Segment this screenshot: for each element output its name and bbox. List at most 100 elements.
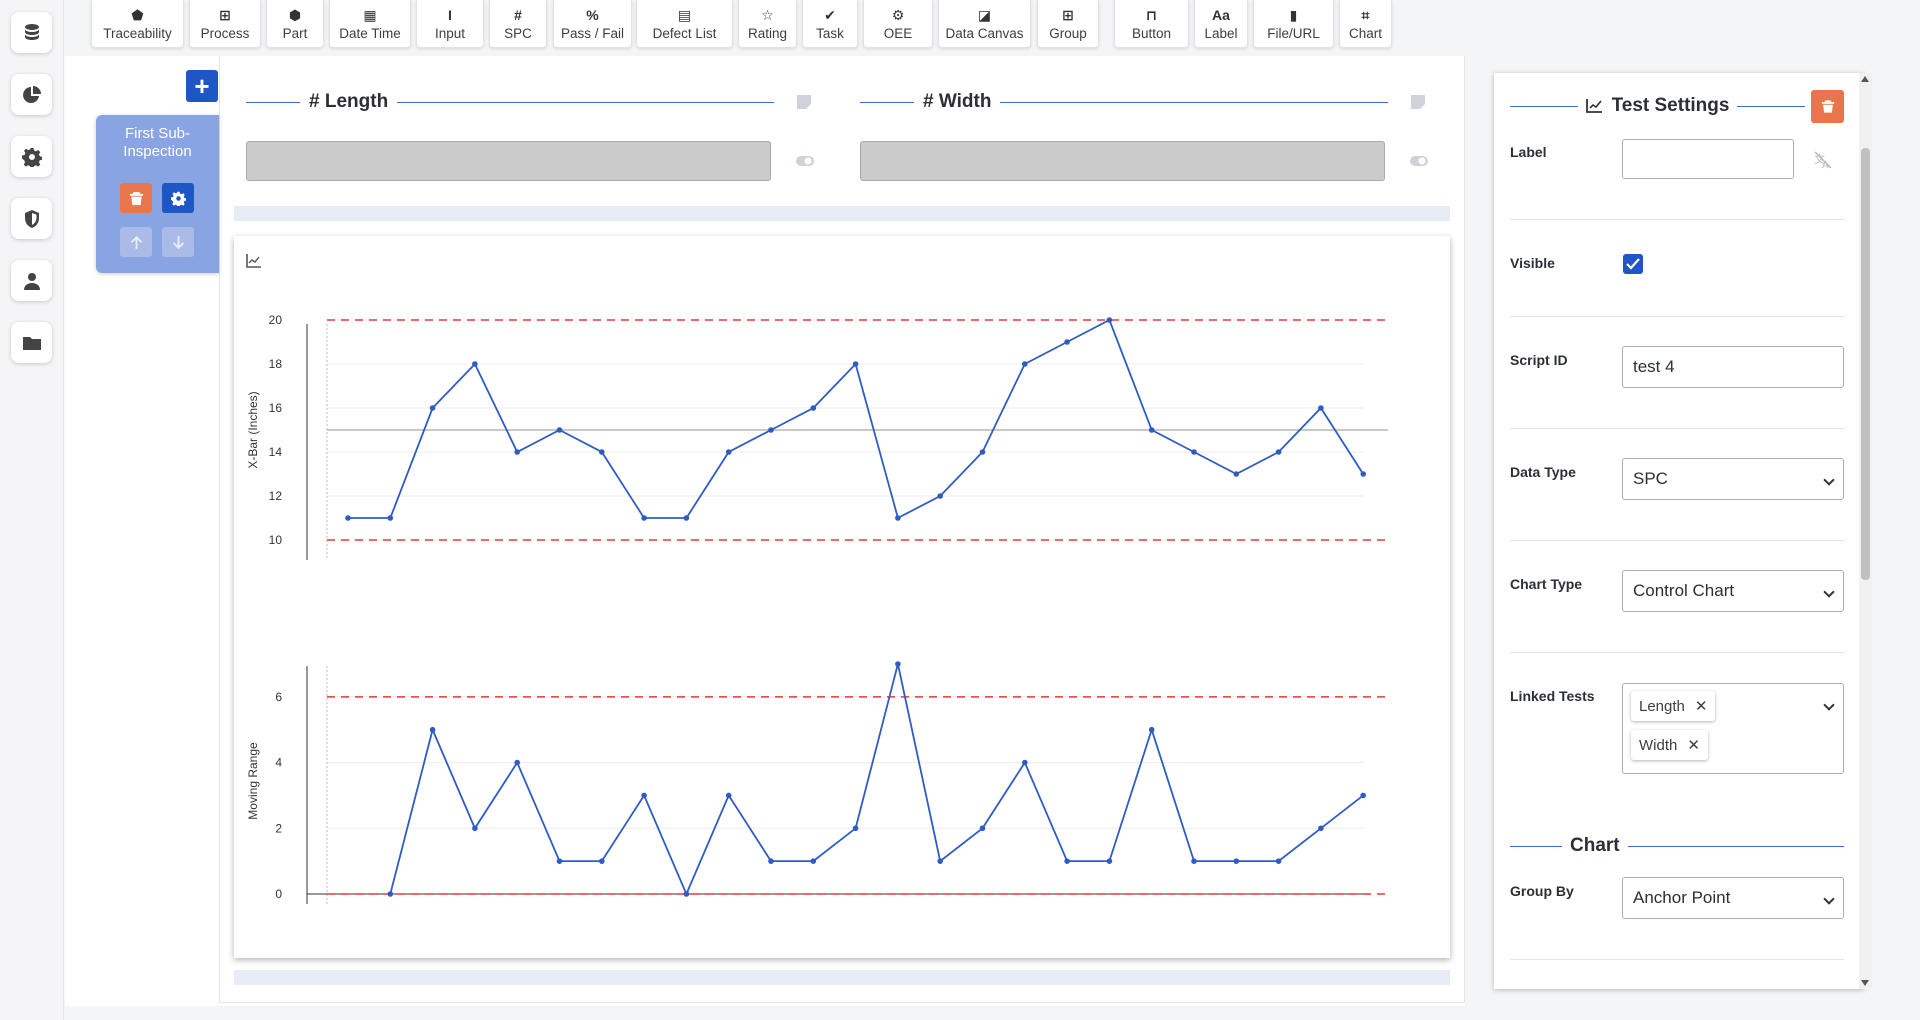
folder-icon[interactable] [11, 322, 52, 363]
data-point [1360, 471, 1366, 477]
scroll-up-icon[interactable] [1861, 76, 1869, 82]
toolbar-label: Defect List [652, 25, 717, 41]
data-point [1275, 449, 1282, 455]
chart-layer: 10 12 14 16 18 20 X-Bar (Inches) 0 2 4 6 Moving Ran… [246, 313, 1388, 904]
divider-line [1000, 101, 1388, 103]
note-icon[interactable] [1410, 94, 1426, 110]
toolbar-label: Chart [1348, 25, 1382, 41]
chart-test-panel[interactable]: 10 12 14 16 18 20 X-Bar (Inches) 0 2 4 6 Moving Ran… [234, 236, 1450, 958]
shield-icon[interactable] [11, 198, 52, 239]
y-tick-label: 12 [269, 489, 283, 503]
toolbar-oee-button[interactable]: ⚙ OEE [863, 0, 933, 48]
close-icon[interactable]: ✕ [1695, 697, 1708, 715]
chart-line-icon: ⌗ [1361, 6, 1370, 23]
script-id-input[interactable]: test 4 [1622, 346, 1844, 388]
toolbar-part-button[interactable]: ⬢ Part [266, 0, 324, 48]
data-point [1064, 339, 1070, 345]
drop-zone-divider[interactable] [234, 970, 1450, 985]
divider-line [1627, 845, 1844, 847]
sub-inspection-settings-button[interactable] [162, 183, 194, 213]
data-point [1275, 858, 1282, 864]
group-by-select[interactable]: Anchor Point [1622, 877, 1844, 919]
data-point [1022, 361, 1028, 367]
toolbar-task-button[interactable]: ✔ Task [802, 0, 858, 48]
divider [1510, 219, 1844, 220]
data-type-select[interactable]: SPC [1622, 458, 1844, 500]
toolbar-label: Pass / Fail [560, 25, 625, 41]
test-title-width: # Width [914, 91, 1000, 113]
y-tick-label: 0 [275, 887, 282, 901]
settings-title: Test Settings [1578, 95, 1738, 117]
data-point [1106, 858, 1113, 864]
toolbar-button-button[interactable]: ⊓ Button [1114, 0, 1189, 48]
user-icon[interactable] [11, 260, 52, 301]
chart-section-title: Chart [1570, 835, 1620, 856]
data-point [1233, 858, 1240, 864]
toolbar-label: SPC [504, 25, 532, 41]
series-line [348, 318, 1364, 520]
toolbar-label: Group [1049, 25, 1087, 41]
toolbar-file-url-button[interactable]: ▮ File/URL [1253, 0, 1334, 48]
y-tick-label: 10 [269, 533, 283, 547]
grid-icon: ⊞ [1062, 6, 1074, 23]
divider-line [246, 101, 300, 103]
toolbar-process-button[interactable]: ⊞ Process [189, 0, 261, 48]
data-point [937, 493, 943, 499]
toolbar-rating-button[interactable]: ☆ Rating [738, 0, 797, 48]
toggle-icon[interactable] [796, 153, 814, 169]
chart-type-select[interactable]: Control Chart [1622, 570, 1844, 612]
toolbar-group-button[interactable]: ⊞ Group [1037, 0, 1099, 48]
chip-length[interactable]: Length ✕ [1631, 691, 1716, 721]
note-icon[interactable] [796, 94, 812, 110]
test-header-width: # Width [860, 91, 1388, 113]
label-input[interactable] [1622, 139, 1794, 179]
data-point [1191, 449, 1197, 455]
scroll-down-icon[interactable] [1861, 980, 1869, 986]
visible-checkbox[interactable] [1623, 254, 1643, 274]
toolbar-label: File/URL [1267, 25, 1320, 41]
chip-label: Width [1639, 736, 1678, 754]
drop-zone-divider[interactable] [234, 206, 1450, 221]
settings-scrollbar[interactable] [1859, 73, 1872, 989]
move-up-button[interactable] [120, 227, 152, 257]
chip-width[interactable]: Width ✕ [1631, 730, 1708, 760]
button-icon: ⊓ [1145, 6, 1158, 23]
length-value-input[interactable] [246, 141, 771, 181]
toolbar-date-time-button[interactable]: ▦ Date Time [329, 0, 411, 48]
delete-test-button[interactable] [1811, 89, 1845, 123]
translate-icon[interactable]: 文A [1814, 151, 1832, 169]
y-tick-label: 4 [275, 756, 282, 770]
data-point [768, 858, 774, 864]
sub-inspection-card[interactable]: First Sub-Inspection [96, 115, 219, 273]
toolbar-label: Date Time [339, 25, 401, 41]
width-value-input[interactable] [860, 141, 1385, 181]
toolbar-defect-list-button[interactable]: ▤ Defect List [636, 0, 733, 48]
move-down-button[interactable] [162, 227, 194, 257]
toolbar-data-canvas-button[interactable]: ◪ Data Canvas [938, 0, 1031, 48]
close-icon[interactable]: ✕ [1687, 736, 1700, 754]
toolbar-spc-button[interactable]: # SPC [489, 0, 547, 48]
y-tick-label: 18 [269, 357, 283, 371]
gear-icon[interactable] [11, 136, 52, 177]
toolbar-label-button[interactable]: Aa Label [1194, 0, 1248, 48]
toolbar-label: Input [434, 25, 466, 41]
scroll-thumb[interactable] [1861, 148, 1870, 580]
divider [1510, 428, 1844, 429]
sub-inspection-title: First Sub-Inspection [123, 125, 192, 160]
part-icon: ⬢ [288, 6, 302, 23]
data-point [979, 825, 986, 832]
database-icon[interactable] [11, 12, 52, 53]
data-point [1064, 858, 1070, 864]
delete-sub-inspection-button[interactable] [120, 183, 152, 213]
tag-icon: ⬟ [131, 6, 144, 23]
chip-label: Length [1639, 697, 1685, 715]
process-icon: ⊞ [219, 6, 231, 23]
trash-icon [129, 191, 143, 205]
toolbar-chart-button[interactable]: ⌗ Chart [1339, 0, 1392, 48]
toolbar-input-button[interactable]: I Input [416, 0, 484, 48]
add-sub-inspection-button[interactable]: + [186, 70, 218, 102]
toggle-icon[interactable] [1410, 153, 1428, 169]
toolbar-pass-fail-button[interactable]: % Pass / Fail [553, 0, 632, 48]
toolbar-traceability-button[interactable]: ⬟ Traceability [91, 0, 184, 48]
chart-pie-icon[interactable] [11, 74, 52, 115]
